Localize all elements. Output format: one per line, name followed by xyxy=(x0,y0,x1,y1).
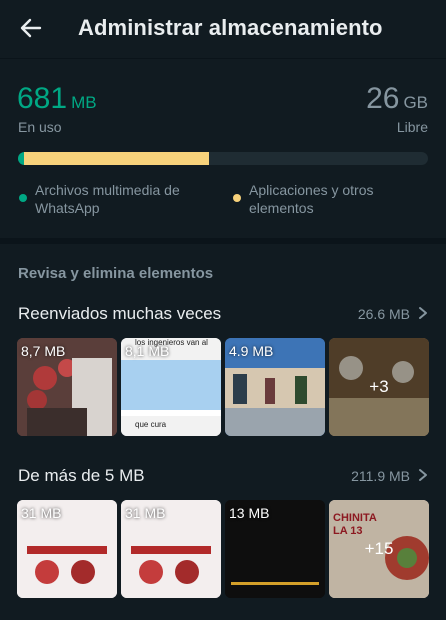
header-divider xyxy=(0,58,446,59)
apps-segment xyxy=(24,152,209,165)
arrow-back-icon[interactable] xyxy=(18,15,44,41)
chevron-right-icon[interactable] xyxy=(416,468,430,482)
thumb-size-label: 13 MB xyxy=(229,505,270,521)
forwarded-row-size: 26.6 MB xyxy=(357,306,410,322)
legend-dot-whatsapp xyxy=(19,194,27,202)
review-section-header: Revisa y elimina elementos xyxy=(18,265,214,282)
thumb-size-label: 31 MB xyxy=(125,505,166,521)
thumb-caption-bottom: que cura xyxy=(135,420,167,429)
media-thumbnail-more[interactable]: CHINITA LA 13 +15 xyxy=(329,500,429,598)
free-unit: GB xyxy=(403,93,428,112)
used-number: 681 xyxy=(17,82,68,115)
legend-dot-apps xyxy=(233,194,241,202)
thumb-caption-top: los ingenieros van al xyxy=(135,338,208,347)
legend-label-whatsapp: Archivos multimedia de WhatsApp xyxy=(35,182,180,216)
used-unit: MB xyxy=(71,93,97,112)
large-files-row-title[interactable]: De más de 5 MB xyxy=(18,466,145,486)
thumb-size-label: 8,7 MB xyxy=(21,343,66,359)
thumb-size-label: 4.9 MB xyxy=(229,343,274,359)
used-storage-value: 681 MB xyxy=(17,82,97,116)
media-thumbnail-more[interactable]: +3 xyxy=(329,338,429,436)
used-label: En uso xyxy=(18,119,62,135)
thumb-size-label: 31 MB xyxy=(21,505,62,521)
section-divider xyxy=(0,238,446,244)
legend-label-apps: Aplicaciones y otros elementos xyxy=(249,182,374,216)
large-files-row-size: 211.9 MB xyxy=(351,468,410,484)
storage-usage-bar xyxy=(18,152,428,165)
free-number: 26 xyxy=(366,82,400,115)
page-title: Administrar almacenamiento xyxy=(78,15,383,40)
media-thumbnail[interactable]: 4.9 MB xyxy=(225,338,325,436)
free-storage-value: 26 GB xyxy=(366,82,428,116)
more-items-count: +15 xyxy=(329,500,429,598)
free-label: Libre xyxy=(396,119,428,135)
media-thumbnail[interactable]: 13 MB xyxy=(225,500,325,598)
chevron-right-icon[interactable] xyxy=(416,306,430,320)
forwarded-row-title[interactable]: Reenviados muchas veces xyxy=(18,304,221,324)
more-items-count: +3 xyxy=(329,338,429,436)
top-app-bar: Administrar almacenamiento xyxy=(0,0,446,58)
media-thumbnail[interactable]: 31 MB xyxy=(17,500,117,598)
media-thumbnail[interactable]: 8,7 MB xyxy=(17,338,117,436)
media-thumbnail[interactable]: 31 MB xyxy=(121,500,221,598)
media-thumbnail[interactable]: 8,1 MB los ingenieros van al que cura xyxy=(121,338,221,436)
